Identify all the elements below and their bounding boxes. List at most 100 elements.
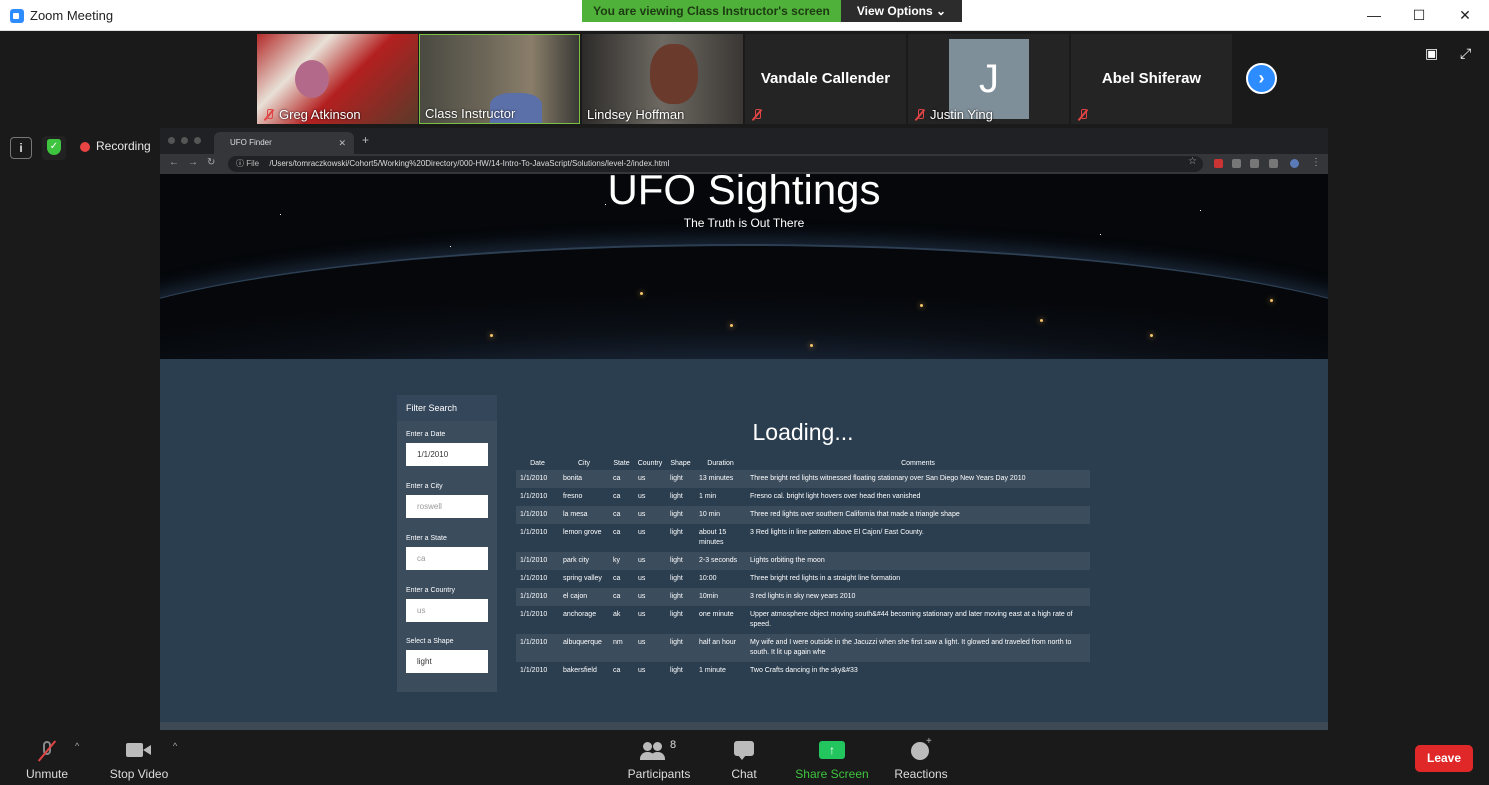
participant-name: Justin Ying xyxy=(930,107,993,122)
info-icon[interactable]: i xyxy=(10,137,32,159)
extension-icon[interactable] xyxy=(1250,159,1259,168)
view-options-label: View Options xyxy=(856,4,933,18)
menu-kebab-icon[interactable]: ⋮ xyxy=(1311,157,1321,168)
table-row: 1/1/2010 bonita ca us light 13 minutes Three b… xyxy=(516,470,1090,488)
table-cell: bonita xyxy=(559,470,609,488)
back-icon[interactable]: ← xyxy=(169,157,179,168)
table-cell: ca xyxy=(609,506,634,524)
video-camera-icon xyxy=(126,739,152,763)
table-cell: 1/1/2010 xyxy=(520,529,548,536)
date-input[interactable]: 1/1/2010 xyxy=(406,443,488,466)
url-field[interactable]: ⓘ File /Users/tomraczkowski/Cohort5/Work… xyxy=(228,156,1203,172)
state-input[interactable]: ca xyxy=(406,547,488,570)
mic-muted-icon xyxy=(914,109,926,121)
browser-tab-bar: UFO Finder ✕ + xyxy=(160,128,1328,154)
column-header: Date xyxy=(530,459,545,467)
column-header: State xyxy=(613,459,630,467)
share-screen-button[interactable]: ↑ Share Screen xyxy=(795,739,869,781)
shield-icon[interactable] xyxy=(42,136,66,160)
close-tab-icon[interactable]: ✕ xyxy=(338,132,346,154)
leave-button[interactable]: Leave xyxy=(1415,745,1473,772)
info-icon: ⓘ xyxy=(236,159,244,168)
chat-button[interactable]: Chat xyxy=(726,739,762,781)
table-cell: ca xyxy=(613,529,621,536)
unmute-button[interactable]: Unmute xyxy=(20,739,74,781)
table-cell: light xyxy=(670,575,683,582)
city-input[interactable]: roswell xyxy=(406,495,488,518)
page-title: UFO Sightings xyxy=(607,174,881,213)
participant-tile-class-instructor[interactable]: Class Instructor xyxy=(419,34,580,124)
table-cell: Three bright red lights in a straight li… xyxy=(750,575,901,582)
view-options-button[interactable]: View Options ⌄ xyxy=(841,0,962,22)
table-cell: light xyxy=(670,667,683,674)
earth-horizon xyxy=(160,244,1328,359)
participant-tile-greg[interactable]: Greg Atkinson xyxy=(257,34,418,124)
layout-icon[interactable]: ▣ xyxy=(1425,45,1441,61)
new-tab-icon[interactable]: + xyxy=(362,133,369,147)
table-cell: Lights orbiting the moon xyxy=(746,552,1090,570)
table-row: 1/1/2010 la mesa ca us light 10 min Three red … xyxy=(516,506,1090,524)
close-icon[interactable]: ✕ xyxy=(1443,4,1487,26)
browser-tab[interactable]: UFO Finder ✕ xyxy=(214,132,354,154)
loading-heading: Loading... xyxy=(752,419,854,445)
reactions-label: Reactions xyxy=(894,767,948,781)
table-cell: light xyxy=(666,634,695,662)
extension-icon[interactable] xyxy=(1214,159,1223,168)
participant-tile-vandale[interactable]: Vandale Callender xyxy=(745,34,906,124)
extension-icon[interactable] xyxy=(1232,159,1241,168)
participant-tile-justin[interactable]: J Justin Ying xyxy=(908,34,1069,124)
participant-video xyxy=(295,60,329,98)
table-cell: 1/1/2010 xyxy=(520,611,548,618)
participant-tile-lindsey[interactable]: Lindsey Hoffman xyxy=(582,34,743,124)
tab-title: UFO Finder xyxy=(230,138,272,147)
bookmark-star-icon[interactable]: ☆ xyxy=(1188,156,1197,167)
table-cell: one minute xyxy=(699,611,734,618)
viewing-screen-label: You are viewing Class Instructor's scree… xyxy=(582,0,841,22)
filter-heading: Filter Search xyxy=(397,395,497,421)
reactions-button[interactable]: + Reactions xyxy=(893,736,949,781)
city-light xyxy=(1150,334,1153,337)
minimize-icon[interactable]: — xyxy=(1352,4,1396,26)
table-cell: 1 min xyxy=(699,493,717,500)
profile-avatar[interactable] xyxy=(1290,159,1299,168)
table-cell: ca xyxy=(613,493,621,500)
page-subtitle: The Truth is Out There xyxy=(683,216,805,230)
chevron-right-icon: › xyxy=(1258,68,1265,88)
chat-label: Chat xyxy=(731,767,757,781)
table-cell: us xyxy=(634,470,666,488)
fullscreen-icon[interactable]: ⤢ xyxy=(1460,45,1476,61)
table-cell: 10min xyxy=(695,588,746,606)
share-screen-icon: ↑ xyxy=(819,739,845,763)
shape-select[interactable]: light xyxy=(406,650,488,673)
mic-muted-icon xyxy=(751,109,763,121)
table-cell: 10:00 xyxy=(699,575,717,582)
table-cell: 2-3 seconds xyxy=(695,552,746,570)
table-header-row: Date City State Country Shape Duration C… xyxy=(516,456,1090,470)
participant-tile-abel[interactable]: Abel Shiferaw xyxy=(1071,34,1232,124)
maximize-icon[interactable]: ☐ xyxy=(1397,4,1441,26)
puzzle-icon[interactable] xyxy=(1269,159,1278,168)
horizontal-scrollbar[interactable] xyxy=(160,722,1328,730)
video-options-caret-icon[interactable]: ^ xyxy=(173,741,177,751)
hero-banner: UFO Sightings The Truth is Out There xyxy=(160,174,1328,359)
table-cell: light xyxy=(670,529,683,536)
table-cell: anchorage xyxy=(563,611,597,618)
star xyxy=(1100,234,1101,235)
stop-video-button[interactable]: Stop Video xyxy=(106,739,172,781)
table-row: 1/1/2010 anchorage ak us light one minute Uppe… xyxy=(516,606,1090,634)
stop-video-label: Stop Video xyxy=(109,767,169,781)
table-cell: la mesa xyxy=(559,506,609,524)
column-header: Duration xyxy=(707,459,734,467)
forward-icon[interactable]: → xyxy=(188,157,198,168)
audio-options-caret-icon[interactable]: ^ xyxy=(75,741,79,751)
table-cell: us xyxy=(634,552,666,570)
next-page-button[interactable]: › xyxy=(1246,63,1277,94)
table-row: 1/1/2010 bakersfield ca us light 1 minute Two … xyxy=(516,662,1090,680)
table-cell: Upper atmosphere object moving south&#44… xyxy=(750,611,1073,628)
city-light xyxy=(490,334,493,337)
table-cell: ca xyxy=(613,667,621,674)
participants-button[interactable]: 8 Participants xyxy=(627,739,691,781)
country-input[interactable]: us xyxy=(406,599,488,622)
reload-icon[interactable]: ↻ xyxy=(207,157,215,168)
city-label: Enter a City xyxy=(406,483,443,490)
